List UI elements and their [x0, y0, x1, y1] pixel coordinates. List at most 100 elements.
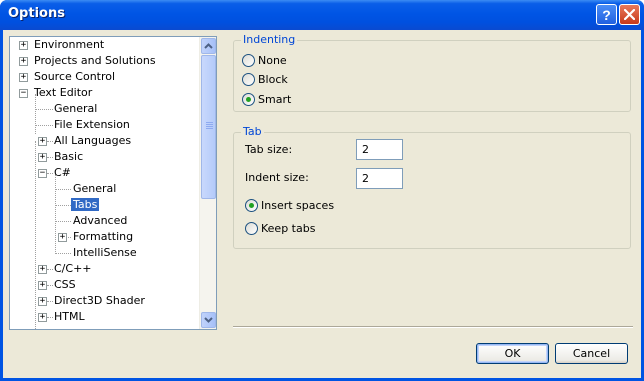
tree-item-environment[interactable]: Environment	[32, 37, 106, 53]
indenting-group: Indenting None Block Smart	[233, 33, 631, 112]
tree-item-label: Projects and Solutions	[34, 54, 156, 67]
separator	[233, 326, 633, 328]
options-tree[interactable]: + Environment + Projects and Solutions +…	[9, 36, 217, 330]
indent-size-input[interactable]: 2	[356, 168, 403, 189]
tree-item-label: All Languages	[54, 134, 132, 147]
tree-item-label: HTML	[54, 310, 85, 323]
tree-item-tabs[interactable]: Tabs	[71, 197, 100, 213]
close-icon	[624, 9, 635, 20]
tree-item-basic[interactable]: Basic	[52, 149, 85, 165]
scroll-down-button[interactable]	[201, 312, 216, 328]
tree-item-text-editor-general[interactable]: General	[52, 101, 99, 117]
grip-line	[206, 122, 213, 123]
tree-line	[55, 253, 71, 254]
collapse-icon[interactable]: −	[19, 89, 28, 98]
tree-scrollbar[interactable]	[199, 37, 216, 329]
tree-item-source-control[interactable]: Source Control	[32, 69, 117, 85]
tab-title: Tab	[241, 125, 264, 138]
tab-group: Tab Tab size: 2 Indent size: 2 Insert sp…	[233, 125, 631, 249]
tree-item-label: File Extension	[54, 118, 130, 131]
tree-item-c-cpp[interactable]: C/C++	[52, 261, 94, 277]
indent-block-radio[interactable]: Block	[242, 71, 288, 87]
tree-item-projects-and-solutions[interactable]: Projects and Solutions	[32, 53, 158, 69]
radio-icon	[242, 72, 255, 86]
tree-line	[35, 125, 53, 126]
expand-icon[interactable]: +	[38, 313, 47, 322]
tree-item-label: General	[73, 182, 117, 195]
expand-icon[interactable]: +	[38, 281, 47, 290]
keep-tabs-radio[interactable]: Keep tabs	[245, 220, 315, 236]
chevron-up-icon	[204, 43, 213, 49]
tree-item-advanced[interactable]: Advanced	[71, 213, 129, 229]
insert-spaces-radio[interactable]: Insert spaces	[245, 197, 334, 213]
chevron-down-icon	[204, 317, 213, 323]
tab-size-label: Tab size:	[245, 143, 293, 156]
tree-item-label: C/C++	[54, 262, 92, 275]
radio-selected-icon	[245, 198, 258, 212]
radio-label: Block	[258, 72, 288, 86]
tree-item-label: Text Editor	[34, 86, 93, 99]
radio-icon	[242, 53, 255, 67]
indent-size-label: Indent size:	[245, 171, 309, 184]
tree-item-label: Advanced	[73, 214, 128, 227]
tree-item-text-editor[interactable]: Text Editor	[32, 85, 94, 101]
grip-line	[206, 128, 213, 129]
expand-icon[interactable]: +	[38, 137, 47, 146]
tree-item-label: IntelliSense	[73, 246, 137, 259]
close-button[interactable]	[619, 4, 640, 25]
grip-line	[206, 124, 213, 125]
tree-item-label: Tabs	[71, 198, 100, 211]
tree-item-label: Basic	[54, 150, 84, 163]
expand-icon[interactable]: +	[19, 57, 28, 66]
tree-line	[35, 141, 36, 329]
expand-icon[interactable]: +	[38, 297, 47, 306]
tree-item-csharp-general[interactable]: General	[71, 181, 118, 197]
tree-item-html[interactable]: HTML	[52, 309, 87, 325]
tree-item-label: Environment	[34, 38, 105, 51]
tree-item-file-extension[interactable]: File Extension	[52, 117, 132, 133]
ok-button[interactable]: OK	[476, 343, 549, 364]
tree-item-direct3d-shader[interactable]: Direct3D Shader	[52, 293, 147, 309]
tree-item-label: C#	[54, 166, 71, 179]
tree-item-csharp[interactable]: C#	[52, 165, 73, 181]
tree-item-intellisense[interactable]: IntelliSense	[71, 245, 139, 261]
tree-item-label: Source Control	[34, 70, 116, 83]
tree-line	[35, 109, 53, 110]
cancel-button[interactable]: Cancel	[555, 343, 628, 364]
help-button[interactable]: ?	[596, 4, 617, 25]
expand-icon[interactable]: +	[19, 73, 28, 82]
indent-none-radio[interactable]: None	[242, 52, 287, 68]
indenting-title: Indenting	[241, 33, 298, 46]
window-title: Options	[8, 6, 65, 21]
scroll-thumb[interactable]	[201, 55, 216, 199]
expand-icon[interactable]: +	[19, 41, 28, 50]
title-bar[interactable]: Options ?	[0, 0, 644, 30]
help-icon: ?	[602, 6, 611, 23]
tree-line	[55, 189, 71, 190]
tree-item-label: General	[54, 102, 98, 115]
scroll-up-button[interactable]	[201, 38, 216, 54]
tree-item-all-languages[interactable]: All Languages	[52, 133, 133, 149]
tree-item-label: CSS	[54, 278, 76, 291]
tree-item-label: Formatting	[73, 230, 134, 243]
tree-item-formatting[interactable]: Formatting	[71, 229, 135, 245]
radio-label: Smart	[258, 92, 292, 106]
tree-item-label: Direct3D Shader	[54, 294, 145, 307]
radio-label: Keep tabs	[261, 221, 316, 235]
tree-line	[55, 174, 56, 254]
options-dialog: Options ? + Environment + Projects and S…	[0, 0, 644, 381]
radio-selected-icon	[242, 92, 255, 106]
indent-smart-radio[interactable]: Smart	[242, 91, 291, 107]
expand-icon[interactable]: +	[58, 233, 67, 242]
radio-icon	[245, 221, 258, 235]
expand-icon[interactable]: +	[38, 153, 47, 162]
collapse-icon[interactable]: −	[38, 169, 47, 178]
tab-size-input[interactable]: 2	[356, 139, 403, 160]
dialog-body: + Environment + Projects and Solutions +…	[3, 30, 641, 378]
expand-icon[interactable]: +	[38, 265, 47, 274]
radio-label: Insert spaces	[261, 198, 335, 212]
grip-line	[206, 126, 213, 127]
tree-item-css[interactable]: CSS	[52, 277, 78, 293]
tree-line	[55, 205, 71, 206]
tree-line	[55, 221, 71, 222]
